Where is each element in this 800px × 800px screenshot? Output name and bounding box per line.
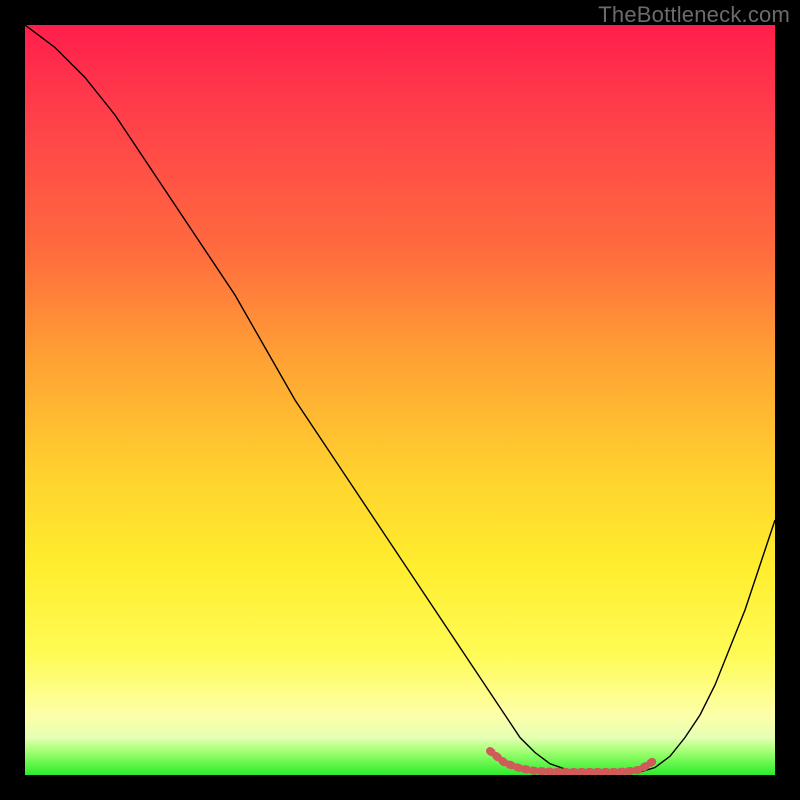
optimal-range-marker (490, 751, 655, 772)
gradient-plot-area (25, 25, 775, 775)
curve-svg (25, 25, 775, 775)
bottleneck-curve (25, 25, 775, 773)
chart-stage: TheBottleneck.com (0, 0, 800, 800)
